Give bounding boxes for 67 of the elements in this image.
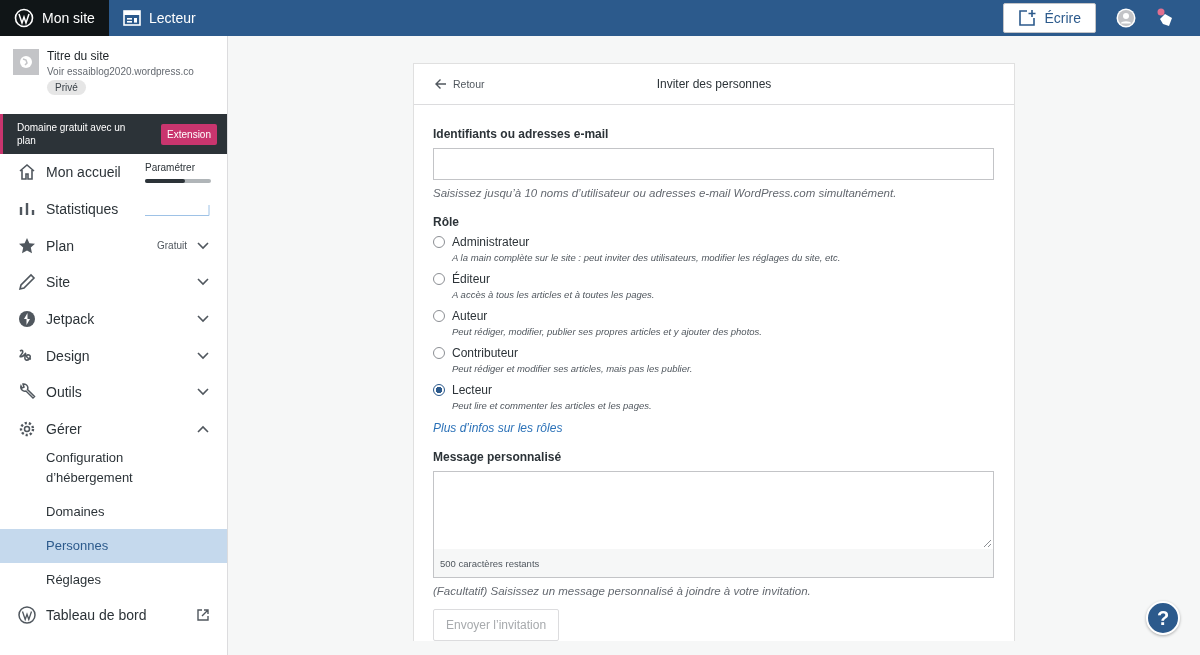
- chevron-icon[interactable]: [197, 278, 209, 287]
- field-label: Identifiants ou adresses e-mail: [433, 127, 610, 141]
- sidebar-item[interactable]: Tableau de bord: [0, 596, 227, 634]
- setup-label: Paramétrer: [145, 161, 196, 173]
- plan-label: Gratuit: [157, 240, 187, 252]
- sidebar-item[interactable]: Plan Gratuit: [0, 227, 227, 265]
- write-button[interactable]: Écrire: [1003, 3, 1096, 33]
- sparkline-drawing: [145, 202, 211, 217]
- chevron-icon[interactable]: [197, 315, 209, 324]
- chevron-icon[interactable]: [197, 351, 209, 360]
- chevron-icon[interactable]: [197, 425, 209, 434]
- chevron-icon[interactable]: [197, 388, 209, 397]
- star-icon: [18, 236, 36, 255]
- sidebar-item[interactable]: Gérer: [0, 410, 227, 448]
- wrench-icon: [18, 383, 36, 402]
- reader-icon: [122, 10, 141, 26]
- field-label: Message personnalisé: [433, 450, 563, 464]
- sidebar-item[interactable]: Site: [0, 264, 227, 301]
- external-link-icon: [197, 608, 209, 621]
- field-hint: (Facultatif) Saisissez un message personnalisé à joindre à votre invitation.: [433, 585, 812, 597]
- sidebar-item[interactable]: Jetpack: [0, 300, 227, 338]
- users-input-field[interactable]: [433, 148, 994, 180]
- role-description: A la main complète sur le site : peut inviter des utilisateurs, modifier les réglages du site, etc.: [452, 252, 841, 263]
- message-text-area[interactable]: 500 caractères restants: [433, 471, 994, 578]
- settings-icon: [18, 420, 36, 439]
- upgrade-button[interactable]: Extension: [161, 123, 217, 145]
- role-description: Peut lire et commenter les articles et les pages.: [452, 400, 652, 411]
- submenu-item[interactable]: Personnes: [0, 528, 227, 563]
- sidebar-item[interactable]: Design: [0, 337, 227, 375]
- back-link[interactable]: Retour: [435, 78, 485, 90]
- pencil-icon: [18, 273, 36, 292]
- role-label[interactable]: Administrateur: [452, 235, 841, 249]
- chevron-icon[interactable]: [197, 241, 209, 250]
- site-url[interactable]: Voir essaiblog2020.wordpress.co: [47, 66, 194, 77]
- add-post-icon: [1018, 9, 1037, 27]
- role-label[interactable]: Auteur: [452, 309, 762, 323]
- bolt-icon: [18, 310, 36, 329]
- roles-info-link[interactable]: Plus d’infos sur les rôles: [433, 421, 994, 435]
- site-title[interactable]: Titre du site: [47, 49, 194, 63]
- character-counter: 500 caractères restants: [440, 557, 540, 569]
- top-tab[interactable]: Mon site: [0, 0, 109, 36]
- resize-grip-icon[interactable]: [984, 540, 991, 547]
- role-label[interactable]: Lecteur: [452, 383, 652, 397]
- sidebar-item[interactable]: Statistiques: [0, 190, 227, 228]
- home-icon: [18, 163, 36, 182]
- submenu-item[interactable]: Réglages: [0, 562, 227, 597]
- wordpress-logo: [14, 8, 34, 28]
- wordpress-logo: [18, 605, 36, 624]
- role-description: Peut rédiger et modifier ses articles, mais pas les publier.: [452, 363, 693, 374]
- banner-text: Domaine gratuit avec un plan: [17, 120, 127, 148]
- back-arrow-icon: [435, 78, 447, 90]
- role-description: Peut rédiger, modifier, publier ses propres articles et y ajouter des photos.: [452, 326, 762, 337]
- card-title: Inviter des personnes: [656, 77, 772, 91]
- field-label: Rôle: [433, 215, 460, 229]
- radio-button[interactable]: [433, 384, 445, 396]
- role-label[interactable]: Éditeur: [452, 272, 655, 286]
- role-description: A accès à tous les articles et à toutes les pages.: [452, 289, 655, 300]
- help-button[interactable]: ?: [1146, 601, 1180, 635]
- privacy-badge: Privé: [47, 80, 86, 95]
- submenu-item[interactable]: Configuration d’hébergement: [0, 447, 227, 495]
- top-tab[interactable]: Lecteur: [108, 0, 210, 36]
- role-label[interactable]: Contributeur: [452, 346, 693, 360]
- sidebar-item[interactable]: Mon accueil Paramétrer: [0, 154, 227, 191]
- submenu-item[interactable]: Domaines: [0, 494, 227, 529]
- sidebar-item[interactable]: Outils: [0, 374, 227, 411]
- avatar-icon[interactable]: [1116, 8, 1136, 28]
- field-hint: Saisissez jusqu’à 10 noms d’utilisateur ou adresses e-mail WordPress.com simultanément.: [433, 187, 898, 199]
